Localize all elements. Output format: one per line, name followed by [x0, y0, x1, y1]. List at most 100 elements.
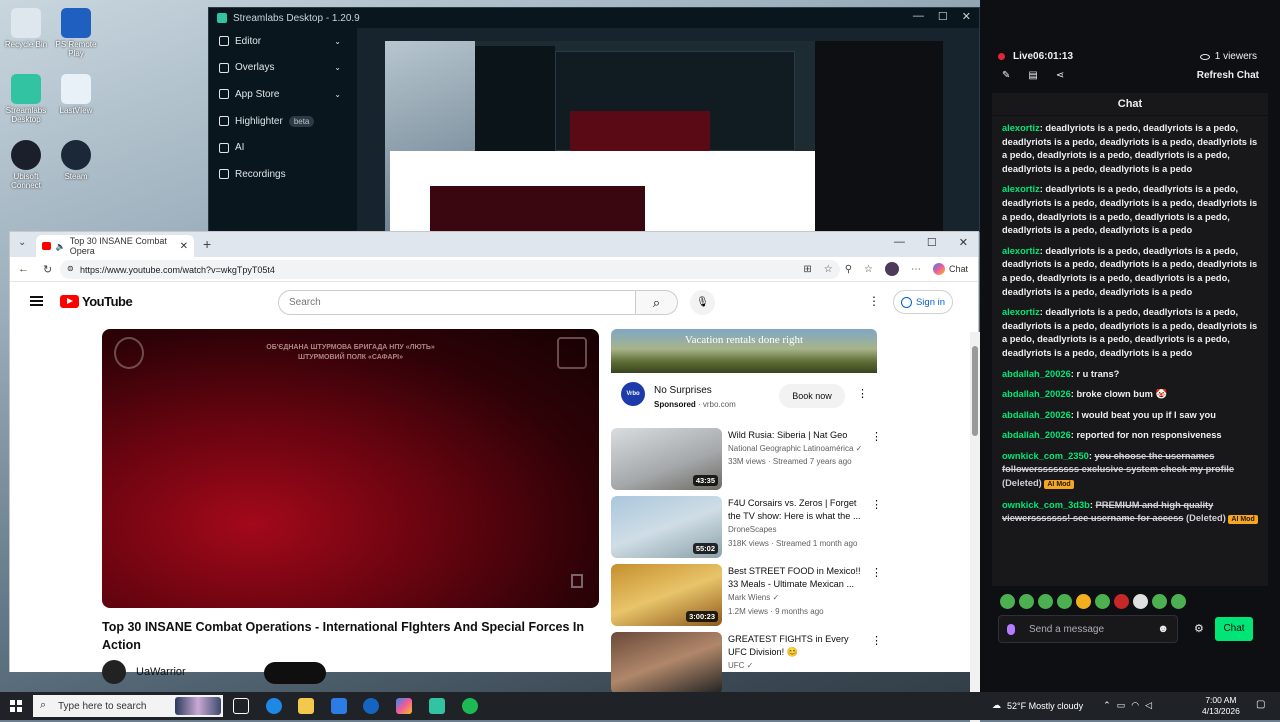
tab-list-chevron-icon[interactable]: ⌄ — [18, 237, 26, 248]
recommendation-item[interactable]: GREATEST FIGHTS in Every UFC Division! 😊… — [611, 632, 882, 696]
emote-icon[interactable] — [1076, 594, 1091, 609]
copilot-chat-button[interactable]: Chat — [932, 263, 968, 275]
mic-icon[interactable] — [1007, 623, 1015, 635]
channel-name[interactable]: UaWarrior — [136, 666, 186, 678]
minimize-icon[interactable]: — — [894, 236, 905, 249]
video-thumbnail[interactable]: 43:35 — [611, 428, 722, 490]
chevron-up-icon[interactable]: ⌃ — [1103, 700, 1111, 711]
sl-nav-app-store[interactable]: App Store ⌄ — [209, 81, 357, 108]
emote-icon[interactable] — [1133, 594, 1148, 609]
emote-icon[interactable] — [1000, 594, 1015, 609]
desktop-icon-streamlabs[interactable]: Streamlabs Desktop — [0, 74, 52, 124]
more-options-icon[interactable]: ⋮ — [871, 498, 882, 511]
maximize-icon[interactable]: ☐ — [927, 236, 937, 249]
windows-start-icon[interactable] — [10, 700, 22, 712]
favorite-star-icon[interactable]: ☆ — [824, 264, 833, 275]
app-available-icon[interactable]: ⊞ — [803, 264, 811, 275]
edit-icon[interactable]: ✎ — [1002, 70, 1010, 81]
desktop-icon-ubisoft-connect[interactable]: Ubisoft Connect — [0, 140, 52, 190]
extensions-icon[interactable]: ⚲ — [845, 264, 852, 275]
emote-icon[interactable] — [1057, 594, 1072, 609]
channel-info[interactable]: UaWarrior — [102, 660, 186, 684]
more-options-icon[interactable]: ⋮ — [871, 566, 882, 579]
url-input[interactable]: ⊜ https://www.youtube.com/watch?v=wkgTpy… — [60, 260, 840, 279]
sl-nav-highlighter[interactable]: Highlighter beta — [209, 108, 357, 135]
network-icon[interactable]: ▭ — [1117, 700, 1126, 711]
file-explorer-icon[interactable] — [298, 698, 314, 714]
notification-icon[interactable]: ▢ — [1256, 699, 1265, 710]
emote-icon[interactable] — [1019, 594, 1034, 609]
weather-icon[interactable]: ☁ — [992, 700, 1001, 711]
store-icon[interactable] — [331, 698, 347, 714]
favorites-icon[interactable]: ☆ — [864, 264, 873, 275]
scrollbar-thumb[interactable] — [972, 346, 978, 436]
sl-nav-editor[interactable]: Editor ⌄ — [209, 28, 357, 55]
browser-tab[interactable]: 🔈 Top 30 INSANE Combat Opera ✕ — [36, 235, 194, 257]
emote-icon[interactable] — [1152, 594, 1167, 609]
more-options-icon[interactable]: ⋮ — [871, 430, 882, 443]
taskbar-search-input[interactable]: ⌕ Type here to search — [33, 695, 223, 717]
recommendation-item[interactable]: 43:35 Wild Rusia: Siberia | Nat Geo Nati… — [611, 428, 882, 492]
search-input[interactable]: Search — [278, 290, 636, 315]
sl-nav-ai[interactable]: AI — [209, 134, 357, 161]
close-icon[interactable]: ✕ — [959, 236, 968, 249]
emote-icon[interactable] — [1038, 594, 1053, 609]
weather-text[interactable]: 52°F Mostly cloudy — [1007, 701, 1083, 711]
recommendation-item[interactable]: 55:02 F4U Corsairs vs. Zeros | Forget th… — [611, 496, 882, 560]
share-icon[interactable]: ⋖ — [1056, 70, 1064, 81]
video-thumbnail[interactable]: 3:00:23 — [611, 564, 722, 626]
channel-avatar[interactable] — [102, 660, 126, 684]
new-tab-button[interactable]: + — [203, 236, 211, 252]
chat-message-list[interactable]: alexortiz: deadlyriots is a pedo, deadly… — [992, 116, 1268, 586]
back-icon[interactable]: ← — [18, 263, 29, 276]
video-thumbnail[interactable]: 55:02 — [611, 496, 722, 558]
gear-icon[interactable]: ⚙ — [1194, 622, 1204, 635]
edge-icon[interactable] — [266, 698, 282, 714]
site-info-icon[interactable]: ⊜ — [67, 264, 74, 273]
sign-in-button[interactable]: Sign in — [893, 290, 953, 314]
video-player[interactable]: ОБ'ЄДНАНА ШТУРМОВА БРИГАДА НПУ «ЛЮТЬ» ШТ… — [102, 329, 599, 608]
desktop-icon-steam[interactable]: Steam — [50, 140, 102, 181]
more-options-icon[interactable]: ⋮ — [871, 634, 882, 647]
spotify-icon[interactable] — [462, 698, 478, 714]
youtube-logo[interactable]: YouTube — [60, 294, 133, 309]
sponsored-ad[interactable]: Vacation rentals done right Vrbo No Surp… — [611, 329, 877, 415]
volume-icon[interactable]: ◁ — [1145, 700, 1152, 711]
emote-icon[interactable] — [1095, 594, 1110, 609]
more-options-icon[interactable]: ⋮ — [857, 387, 868, 400]
popout-icon[interactable]: ▤ — [1028, 70, 1037, 81]
taskbar-clock[interactable]: 7:00 AM 4/13/2026 — [1202, 695, 1240, 717]
send-chat-button[interactable]: Chat — [1215, 617, 1253, 641]
voice-search-button[interactable]: 🎙 — [690, 290, 715, 315]
wifi-icon[interactable]: ◠ — [1131, 700, 1139, 711]
search-button[interactable]: ⌕ — [636, 290, 678, 315]
emote-icon[interactable] — [1114, 594, 1129, 609]
refresh-chat-button[interactable]: Refresh Chat — [1197, 70, 1259, 81]
desktop-icon-lastview[interactable]: LastVIew — [50, 74, 102, 115]
minimize-icon[interactable]: — — [913, 10, 924, 23]
page-scrollbar[interactable] — [970, 332, 980, 722]
speaker-icon[interactable]: 🔈 — [56, 242, 66, 251]
close-icon[interactable]: ✕ — [962, 10, 971, 23]
maximize-icon[interactable]: ☐ — [938, 10, 948, 23]
desktop-icon-ps-remote-play[interactable]: PS Remote Play — [50, 8, 102, 58]
chat-message-input[interactable]: Send a message ☻ — [998, 615, 1178, 643]
app-icon[interactable] — [363, 698, 379, 714]
ad-banner[interactable]: Vacation rentals done right — [611, 329, 877, 373]
copilot-icon[interactable] — [396, 698, 412, 714]
close-tab-icon[interactable]: ✕ — [180, 241, 188, 252]
settings-dots-icon[interactable]: ⋮ — [868, 294, 880, 308]
emoji-icon[interactable]: ☻ — [1157, 623, 1169, 635]
book-now-button[interactable]: Book now — [779, 384, 845, 408]
recommendation-item[interactable]: 3:00:23 Best STREET FOOD in Mexico!! 33 … — [611, 564, 882, 628]
sl-nav-recordings[interactable]: Recordings — [209, 161, 357, 188]
sl-nav-overlays[interactable]: Overlays ⌄ — [209, 55, 357, 82]
streamlabs-icon[interactable] — [429, 698, 445, 714]
video-thumbnail[interactable] — [611, 632, 722, 694]
more-menu-icon[interactable]: ⋯ — [911, 264, 921, 275]
reload-icon[interactable]: ↻ — [43, 263, 52, 276]
profile-avatar[interactable] — [884, 262, 899, 276]
task-view-icon[interactable] — [233, 698, 249, 714]
desktop-icon-recycle-bin[interactable]: Recycle Bin — [0, 8, 52, 49]
emote-icon[interactable] — [1171, 594, 1186, 609]
